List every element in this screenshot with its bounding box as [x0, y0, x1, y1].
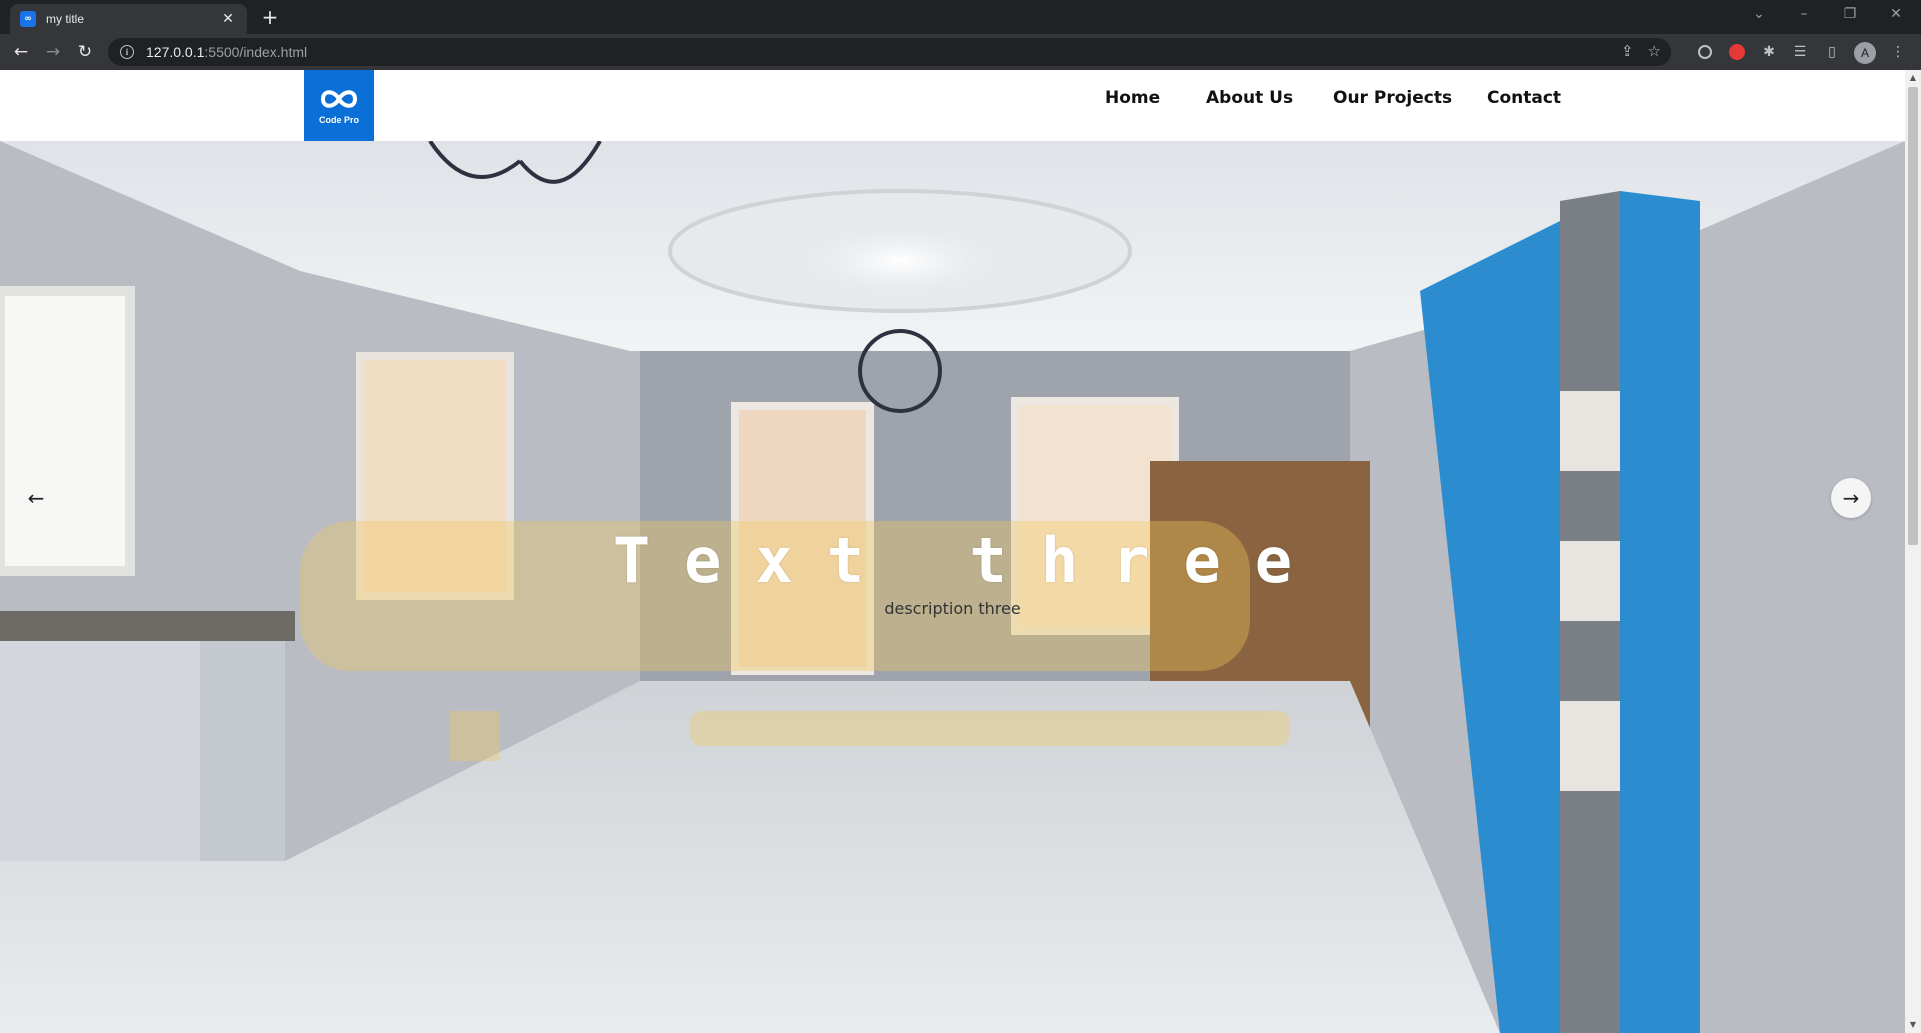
extension-red-icon[interactable]: [1727, 42, 1747, 62]
reload-icon[interactable]: ↻: [74, 41, 96, 63]
restore-icon[interactable]: ❐: [1838, 6, 1862, 22]
page-viewport: Code Pro Home About Us Our Projects Cont…: [0, 70, 1905, 1033]
forward-icon[interactable]: →: [42, 41, 64, 63]
site-header: Code Pro Home About Us Our Projects Cont…: [0, 70, 1905, 141]
scroll-up-icon[interactable]: ▲: [1905, 70, 1921, 86]
arrow-right-icon: →: [1842, 486, 1860, 510]
omnibox-actions: ⇪ ☆: [1621, 42, 1661, 60]
arrow-left-icon: ←: [27, 486, 45, 510]
close-window-icon[interactable]: ✕: [1884, 6, 1908, 22]
hero-carousel: Text three description three ← →: [0, 141, 1905, 1033]
hero-title: Text three: [612, 524, 1327, 597]
new-tab-button[interactable]: +: [258, 6, 282, 30]
nav-our-projects[interactable]: Our Projects: [1333, 88, 1452, 108]
page-scrollbar[interactable]: ▲ ▼: [1905, 70, 1921, 1033]
logo-text: Code Pro: [318, 115, 359, 125]
site-logo[interactable]: Code Pro: [304, 70, 374, 141]
carousel-next-button[interactable]: →: [1831, 478, 1871, 518]
share-icon[interactable]: ⇪: [1621, 42, 1634, 60]
site-info-icon[interactable]: i: [120, 45, 134, 59]
side-panel-icon[interactable]: ▯: [1822, 42, 1842, 62]
url-text: 127.0.0.1:5500/index.html: [146, 44, 308, 60]
extensions-puzzle-icon[interactable]: ✱: [1759, 42, 1779, 62]
address-bar[interactable]: i 127.0.0.1:5500/index.html ⇪ ☆: [108, 38, 1671, 66]
tab-title: my title: [46, 12, 85, 26]
browser-tab-bar: ∞ my title ✕ + ⌄ – ❐ ✕: [0, 0, 1921, 34]
close-tab-icon[interactable]: ✕: [219, 11, 237, 27]
browser-toolbar: ← → ↻ i 127.0.0.1:5500/index.html ⇪ ☆ ✱ …: [0, 34, 1921, 70]
tab-search-icon[interactable]: ⌄: [1747, 6, 1771, 22]
nav-contact[interactable]: Contact: [1487, 88, 1561, 108]
infinity-logo-icon: [320, 90, 358, 108]
hero-caption: Text three description three: [0, 141, 1905, 1033]
bookmark-star-icon[interactable]: ☆: [1648, 42, 1661, 60]
profile-avatar[interactable]: A: [1854, 42, 1876, 64]
scroll-thumb[interactable]: [1908, 87, 1918, 545]
browser-tab[interactable]: ∞ my title ✕: [10, 4, 247, 34]
minimize-icon[interactable]: –: [1792, 6, 1816, 22]
menu-kebab-icon[interactable]: ⋮: [1888, 42, 1908, 62]
reading-list-icon[interactable]: ☰: [1790, 42, 1810, 62]
nav-home[interactable]: Home: [1105, 88, 1160, 108]
hero-description: description three: [884, 599, 1021, 618]
nav-about-us[interactable]: About Us: [1206, 88, 1293, 108]
extension-ring-icon[interactable]: [1695, 42, 1715, 62]
carousel-prev-button[interactable]: ←: [16, 478, 56, 518]
favicon-icon: ∞: [20, 11, 36, 27]
back-icon[interactable]: ←: [10, 41, 32, 63]
scroll-down-icon[interactable]: ▼: [1905, 1017, 1921, 1033]
